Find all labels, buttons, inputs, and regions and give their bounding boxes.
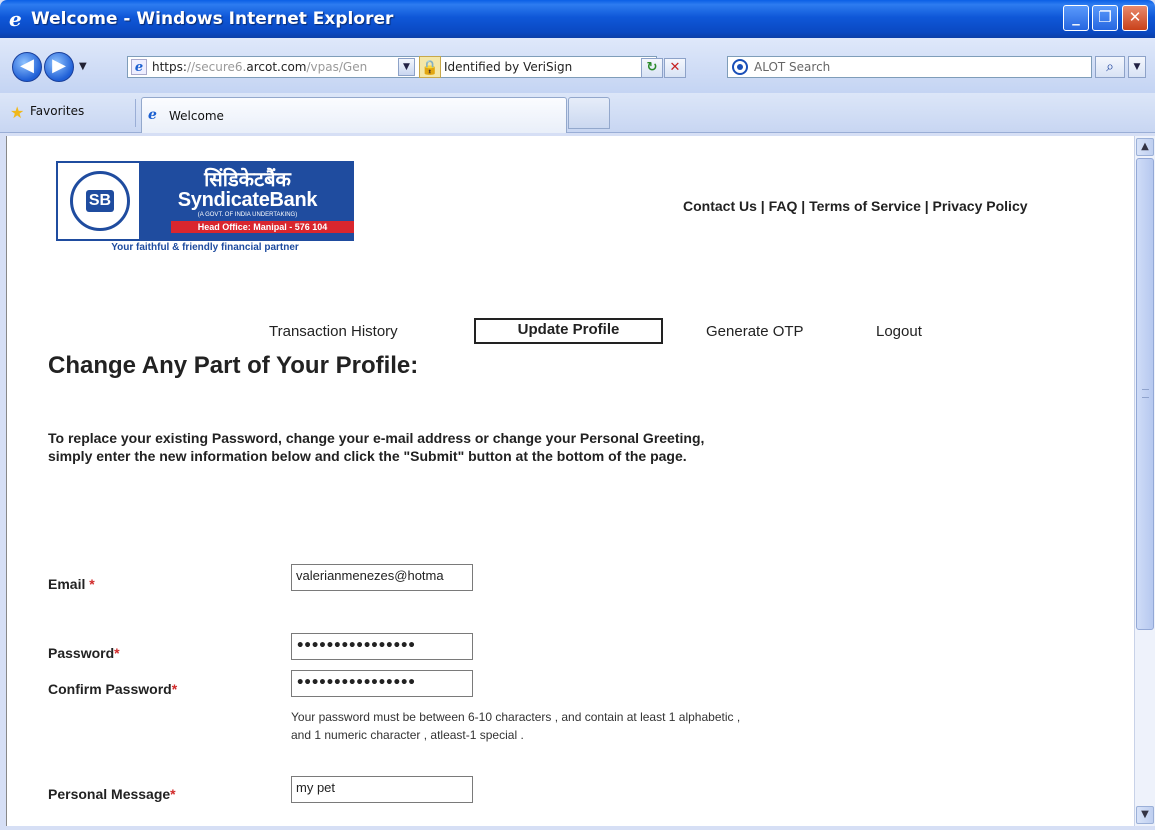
top-links[interactable]: Contact Us | FAQ | Terms of Service | Pr… (683, 198, 1028, 214)
refresh-button[interactable]: ↻ (641, 58, 663, 78)
ie-logo-icon: e (9, 7, 22, 31)
url-subdomain: //secure6. (186, 60, 247, 74)
bank-govt-note: (A GOVT. OF INDIA UNDERTAKING) (197, 212, 298, 218)
divider (135, 99, 136, 127)
title-bar: e Welcome - Windows Internet Explorer _ … (0, 0, 1155, 38)
required-mark: * (171, 681, 178, 697)
address-dropdown-icon[interactable]: ▼ (398, 58, 415, 76)
nav-logout[interactable]: Logout (876, 323, 922, 340)
email-label-text: Email (48, 576, 90, 592)
search-options-icon[interactable]: ▼ (1128, 56, 1146, 78)
intro-text: To replace your existing Password, chang… (48, 430, 705, 464)
logo-banner: सिंडिकेटबैंक SyndicateBank (A GOVT. OF I… (141, 161, 354, 241)
address-url[interactable]: https://secure6.arcot.com/vpas/Gen (152, 60, 382, 74)
search-input[interactable]: ALOT Search (727, 56, 1092, 78)
favorites-bar: ★ Favorites e Welcome (0, 93, 1155, 133)
confirm-label-text: Confirm Password (48, 681, 172, 697)
maximize-button[interactable]: ❐ (1092, 5, 1118, 31)
address-toolbar: ◀ ▶ ▼ e https://secure6.arcot.com/vpas/G… (0, 38, 1155, 93)
search-placeholder: ALOT Search (754, 60, 831, 74)
page-viewport: SB सिंडिकेटबैंक SyndicateBank (A GOVT. O… (6, 136, 1134, 826)
email-label: Email * (48, 576, 95, 592)
address-bar[interactable]: e https://secure6.arcot.com/vpas/Gen ▼ 🔒… (127, 56, 686, 78)
close-button[interactable]: ✕ (1122, 5, 1148, 31)
vertical-scrollbar[interactable]: ▲ ▼ (1134, 136, 1155, 826)
message-label-text: Personal Message (48, 786, 171, 802)
personal-message-label: Personal Message* (48, 786, 176, 802)
bank-hindi-name: सिंडिकेटबैंक (204, 167, 291, 191)
forward-button[interactable]: ▶ (44, 52, 74, 82)
confirm-password-label: Confirm Password* (48, 681, 177, 697)
scroll-thumb[interactable] (1136, 158, 1154, 630)
back-button[interactable]: ◀ (12, 52, 42, 82)
grip-icon (1142, 389, 1149, 398)
alot-icon (732, 59, 748, 75)
scroll-down-icon[interactable]: ▼ (1136, 806, 1154, 824)
nav-generate-otp[interactable]: Generate OTP (706, 323, 804, 340)
page-content: SB सिंडिकेटबैंक SyndicateBank (A GOVT. O… (7, 136, 1134, 826)
nav-transaction-history[interactable]: Transaction History (269, 323, 398, 340)
bank-emblem: SB (56, 161, 141, 241)
password-field[interactable]: •••••••••••••••• (291, 633, 473, 660)
page-title: Change Any Part of Your Profile: (48, 352, 419, 379)
stop-button[interactable]: ✕ (664, 58, 686, 78)
ie-tab-icon: e (148, 107, 157, 123)
required-mark: * (170, 786, 176, 802)
password-hint: Your password must be between 6-10 chara… (291, 710, 741, 742)
password-label: Password* (48, 645, 120, 661)
lock-icon[interactable]: 🔒 (419, 56, 441, 78)
new-tab-button[interactable] (568, 97, 610, 129)
history-dropdown-icon[interactable]: ▼ (79, 61, 87, 72)
bank-logo: SB सिंडिकेटबैंक SyndicateBank (A GOVT. O… (56, 161, 354, 253)
tab-welcome[interactable]: e Welcome (141, 97, 567, 133)
search-button[interactable]: ⌕ (1095, 56, 1125, 78)
required-mark: * (89, 576, 95, 592)
minimize-button[interactable]: _ (1063, 5, 1089, 31)
tab-label: Welcome (169, 109, 224, 123)
bank-tagline: Your faithful & friendly financial partn… (111, 242, 299, 253)
window-title: Welcome - Windows Internet Explorer (31, 9, 394, 29)
favorites-button[interactable]: Favorites (30, 104, 84, 118)
scroll-up-icon[interactable]: ▲ (1136, 138, 1154, 156)
required-mark: * (114, 645, 120, 661)
star-icon[interactable]: ★ (10, 103, 24, 122)
head-office: Head Office: Manipal - 576 104 (171, 221, 354, 233)
url-path: /vpas/Gen (306, 60, 368, 74)
confirm-password-field[interactable]: •••••••••••••••• (291, 670, 473, 697)
emblem-monogram: SB (86, 190, 114, 212)
personal-message-field[interactable]: my pet (291, 776, 473, 803)
url-scheme: https: (152, 60, 187, 74)
url-host: arcot.com (246, 60, 307, 74)
page-icon: e (131, 59, 147, 75)
email-field[interactable]: valerianmenezes@hotma (291, 564, 473, 591)
bank-name: SyndicateBank (177, 189, 318, 211)
nav-update-profile[interactable]: Update Profile (474, 318, 663, 344)
password-label-text: Password (48, 645, 115, 661)
security-identity[interactable]: Identified by VeriSign (444, 60, 572, 74)
